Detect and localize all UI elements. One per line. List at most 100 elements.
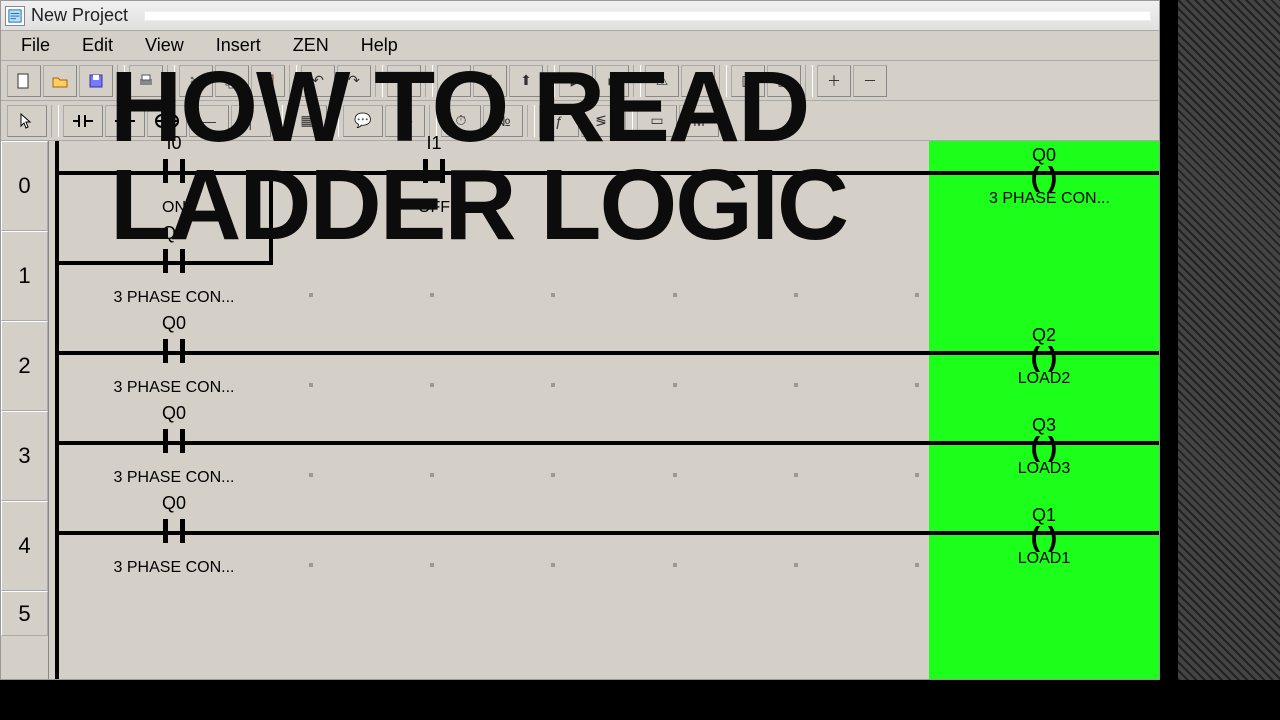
title-stripe: [144, 11, 1151, 21]
contact-address: I0: [149, 133, 199, 154]
download-icon[interactable]: ⬇: [473, 65, 507, 97]
contact-no-icon[interactable]: [63, 105, 103, 137]
coil-Q3[interactable]: Q3 ( ) LOAD3: [989, 415, 1099, 478]
paste-icon[interactable]: [251, 65, 285, 97]
new-icon[interactable]: [7, 65, 41, 97]
coil-symbol-icon: ( ): [989, 166, 1099, 190]
rung-number-column: 0 1 2 3 4 5: [1, 141, 49, 679]
rung-0[interactable]: I0 ON I1 OFF Q0 ( ) 3 PHASE CON...: [59, 141, 1159, 231]
label-icon[interactable]: 🏷: [385, 105, 425, 137]
function-icon[interactable]: ƒ: [539, 105, 579, 137]
rung-4[interactable]: Q0 3 PHASE CON... Q1 ( ) LOAD1: [59, 501, 1159, 591]
zoom-in-icon[interactable]: ＋: [817, 65, 851, 97]
separator-icon: [375, 65, 383, 97]
separator-icon: [633, 65, 641, 97]
menu-view[interactable]: View: [131, 33, 198, 58]
undo-icon[interactable]: ↶: [301, 65, 335, 97]
memory-icon[interactable]: M: [679, 105, 719, 137]
rung-number[interactable]: 5: [1, 591, 48, 636]
contact-address: Q0: [149, 403, 199, 424]
stop-icon[interactable]: ■: [595, 65, 629, 97]
separator-icon: [429, 105, 437, 137]
contact-I1[interactable]: I1 OFF: [409, 151, 459, 191]
find-icon[interactable]: 🔍: [387, 65, 421, 97]
menu-insert[interactable]: Insert: [202, 33, 275, 58]
contact-nc-icon[interactable]: [105, 105, 145, 137]
contact-comment: 3 PHASE CON...: [109, 469, 239, 487]
cut-icon[interactable]: ✂: [179, 65, 213, 97]
menu-edit[interactable]: Edit: [68, 33, 127, 58]
separator-icon: [331, 105, 339, 137]
warning-icon[interactable]: ⚠: [645, 65, 679, 97]
compare-icon[interactable]: ≶: [581, 105, 621, 137]
coil-comment: 3 PHASE CON...: [989, 190, 1099, 208]
contact-address: Q0: [149, 313, 199, 334]
contact-address: Q0: [149, 493, 199, 514]
contact-I0[interactable]: I0 ON: [149, 151, 199, 191]
menu-file[interactable]: File: [7, 33, 64, 58]
connect-icon[interactable]: ⇄: [437, 65, 471, 97]
coil-Q1[interactable]: Q1 ( ) LOAD1: [989, 505, 1099, 568]
open-icon[interactable]: [43, 65, 77, 97]
separator-icon: [167, 65, 175, 97]
contact-Q0[interactable]: Q0 3 PHASE CON...: [149, 511, 199, 551]
monitor-icon[interactable]: ▥: [731, 65, 765, 97]
compile-icon[interactable]: ⚙: [681, 65, 715, 97]
coil-icon[interactable]: [147, 105, 187, 137]
toolbar-1: ✂ ↶ ↷ 🔍 ⇄ ⬇ ⬆ ▶ ■ ⚠ ⚙ ▥ ▦ ＋ －: [1, 61, 1159, 101]
grid-dots: [309, 563, 919, 569]
zoom-out-icon[interactable]: －: [853, 65, 887, 97]
coil-comment: LOAD1: [989, 550, 1099, 568]
rung-number[interactable]: 1: [1, 231, 48, 321]
timer-icon[interactable]: ⏱: [441, 105, 481, 137]
contact-comment: 3 PHASE CON...: [109, 559, 239, 577]
rung-2[interactable]: Q0 3 PHASE CON... Q2 ( ) LOAD2: [59, 321, 1159, 411]
right-hatched-panel: [1170, 0, 1280, 680]
separator-icon: [275, 105, 283, 137]
rung-3[interactable]: Q0 3 PHASE CON... Q3 ( ) LOAD3: [59, 411, 1159, 501]
contact-comment: 3 PHASE CON...: [109, 379, 239, 397]
contact-address: I1: [409, 133, 459, 154]
counter-icon[interactable]: №: [483, 105, 523, 137]
rung-1[interactable]: Q0 3 PHASE CON...: [59, 231, 1159, 321]
pointer-icon[interactable]: [7, 105, 47, 137]
save-icon[interactable]: [79, 65, 113, 97]
separator-icon: [117, 65, 125, 97]
contact-Q0[interactable]: Q0 3 PHASE CON...: [149, 331, 199, 371]
rung-number[interactable]: 2: [1, 321, 48, 411]
contact-comment: ON: [109, 199, 239, 217]
run-icon[interactable]: ▶: [559, 65, 593, 97]
redo-icon[interactable]: ↷: [337, 65, 371, 97]
contact-Q0[interactable]: Q0 3 PHASE CON...: [149, 421, 199, 461]
coil-comment: LOAD3: [989, 460, 1099, 478]
print-icon[interactable]: [129, 65, 163, 97]
separator-icon: [547, 65, 555, 97]
rung-number[interactable]: 3: [1, 411, 48, 501]
simulate-icon[interactable]: ▦: [767, 65, 801, 97]
coil-symbol-icon: ( ): [989, 346, 1099, 370]
ladder-canvas[interactable]: I0 ON I1 OFF Q0 ( ) 3 PHASE CON...: [49, 141, 1159, 679]
comment-icon[interactable]: 💬: [343, 105, 383, 137]
menu-help[interactable]: Help: [347, 33, 412, 58]
grid-icon[interactable]: ▦: [287, 105, 327, 137]
rung-number[interactable]: 4: [1, 501, 48, 591]
contact-Q0[interactable]: Q0 3 PHASE CON...: [149, 241, 199, 281]
display-icon[interactable]: ▭: [637, 105, 677, 137]
contact-address: Q0: [149, 223, 199, 244]
coil-symbol-icon: ( ): [989, 526, 1099, 550]
branch-vertical: [269, 171, 273, 265]
rung-number[interactable]: 0: [1, 141, 48, 231]
hline-icon[interactable]: —: [189, 105, 229, 137]
coil-Q2[interactable]: Q2 ( ) LOAD2: [989, 325, 1099, 388]
ladder-editor[interactable]: 0 1 2 3 4 5 I0 ON I1 OFF: [1, 141, 1159, 679]
vline-icon[interactable]: │: [231, 105, 271, 137]
upload-icon[interactable]: ⬆: [509, 65, 543, 97]
grid-dots: [309, 293, 919, 299]
grid-dots: [309, 473, 919, 479]
window-title: New Project: [31, 5, 128, 26]
coil-comment: LOAD2: [989, 370, 1099, 388]
copy-icon[interactable]: [215, 65, 249, 97]
menu-zen[interactable]: ZEN: [279, 33, 343, 58]
coil-Q0[interactable]: Q0 ( ) 3 PHASE CON...: [989, 145, 1099, 208]
separator-icon: [289, 65, 297, 97]
